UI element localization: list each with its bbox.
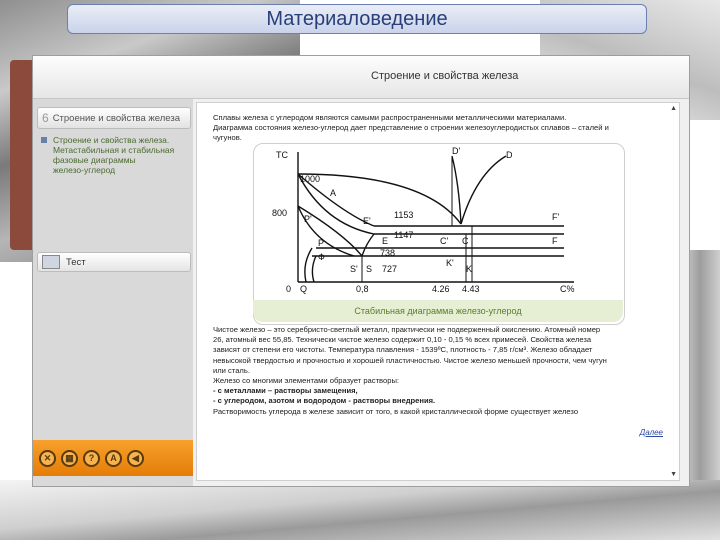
sidebar-item-section[interactable]: 6 Строение и свойства железа [37,107,191,129]
label-1000: 1000 [300,174,320,184]
list-icon [42,255,60,269]
intro-line: чугунов. [213,133,242,142]
phase-diagram: TC 1000 800 0 A P' P Ф Q E' E 1153 1147 … [253,143,625,325]
body-line: Растворимость углерода в железе зависит … [213,406,579,416]
body-line: Чистое железо – это серебристо-светлый м… [213,325,601,334]
label-F-top: F [552,236,558,246]
body-line: - с углеродом, азотом и водородом - раст… [213,396,436,406]
label-727: 727 [382,264,397,274]
content-pane: ▲ ▼ Сплавы железа с углеродом являются с… [196,102,680,481]
scroll-up-icon[interactable]: ▲ [670,105,677,112]
help-icon[interactable]: ? [83,449,100,467]
label-C: C [462,236,469,246]
subitem-line: Метастабильная и стабильная [53,145,175,155]
print-icon[interactable]: ▦ [61,449,78,467]
app-header: Строение и свойства железа [33,56,689,99]
background-photo-bottom [0,480,720,540]
body-line: или сталь. [213,365,250,375]
label-zero: 0 [286,284,291,294]
sidebar: 6 Строение и свойства железа Строение и … [33,99,193,486]
body-line: Железо со многими элементами образует ра… [213,376,400,386]
section-number: 6 [42,111,49,125]
diagram-caption: Стабильная диаграмма железо-углерод [253,300,623,322]
header-title: Строение и свойства железа [371,70,519,82]
bullet-icon [41,137,47,143]
next-link[interactable]: Далее [640,428,663,437]
label-D-prime: D' [452,146,460,156]
label-0-8: 0,8 [356,284,369,294]
sidebar-item-label: Строение и свойства железа [52,112,180,124]
slide-title: Материаловедение [67,4,647,34]
close-icon[interactable]: ✕ [39,449,56,467]
subitem-line: железо-углерод [53,165,116,175]
label-A: A [330,188,336,198]
label-S-prime: S' [350,264,358,274]
bottom-toolbar: ✕ ▦ ? A ◀ [33,440,193,476]
label-4-26: 4.26 [432,284,450,294]
label-F-phase: Ф [318,252,325,262]
label-1153: 1153 [394,210,413,220]
label-E-prime: E' [363,216,371,226]
sidebar-subitem[interactable]: Строение и свойства железа. Метастабильн… [41,135,191,175]
slide-title-text: Материаловедение [266,7,448,30]
author-icon[interactable]: A [105,449,122,467]
sidebar-test-label: Тест [66,256,86,268]
label-4-43: 4.43 [462,284,480,294]
label-K: K [466,264,472,274]
label-P: P [318,238,324,248]
body-line: - с металлами – растворы замещения, [213,386,358,396]
label-D: D [506,150,513,160]
body-line: невысокой твердостью и прочностью и хоро… [213,355,607,365]
body-line: зависят от степени его чистоты. Температ… [213,345,593,355]
phase-diagram-svg: TC 1000 800 0 A P' P Ф Q E' E 1153 1147 … [272,146,575,294]
label-P-prime: P' [304,214,312,224]
label-E: E [382,236,388,246]
app-window: Строение и свойства железа 6 Строение и … [32,55,690,487]
label-c-percent: C% [560,284,575,294]
diagram-caption-text: Стабильная диаграмма железо-углерод [354,306,522,316]
subitem-line: Строение и свойства железа. [53,135,170,145]
intro-line: Сплавы железа с углеродом являются самым… [213,113,567,122]
label-tc: TC [276,150,288,160]
label-S: S [366,264,372,274]
label-738: 738 [380,248,395,258]
label-K-prime: K' [446,258,454,268]
label-F-top-prime: F' [552,212,559,222]
sidebar-item-test[interactable]: Тест [37,252,191,272]
back-icon[interactable]: ◀ [127,449,144,467]
body-text: Чистое железо – это серебристо-светлый м… [213,325,659,417]
subitem-line: фазовые диаграммы [53,155,136,165]
label-Q: Q [300,284,307,294]
label-800: 800 [272,208,287,218]
label-C-prime: C' [440,236,448,246]
intro-text: Сплавы железа с углеродом являются самым… [213,113,659,143]
body-line: 26, атомный вес 55,85. Технически чистое… [213,335,592,345]
scroll-down-icon[interactable]: ▼ [670,471,677,478]
label-1147: 1147 [394,230,413,240]
intro-line: Диаграмма состояния железо-углерод дает … [213,123,609,132]
